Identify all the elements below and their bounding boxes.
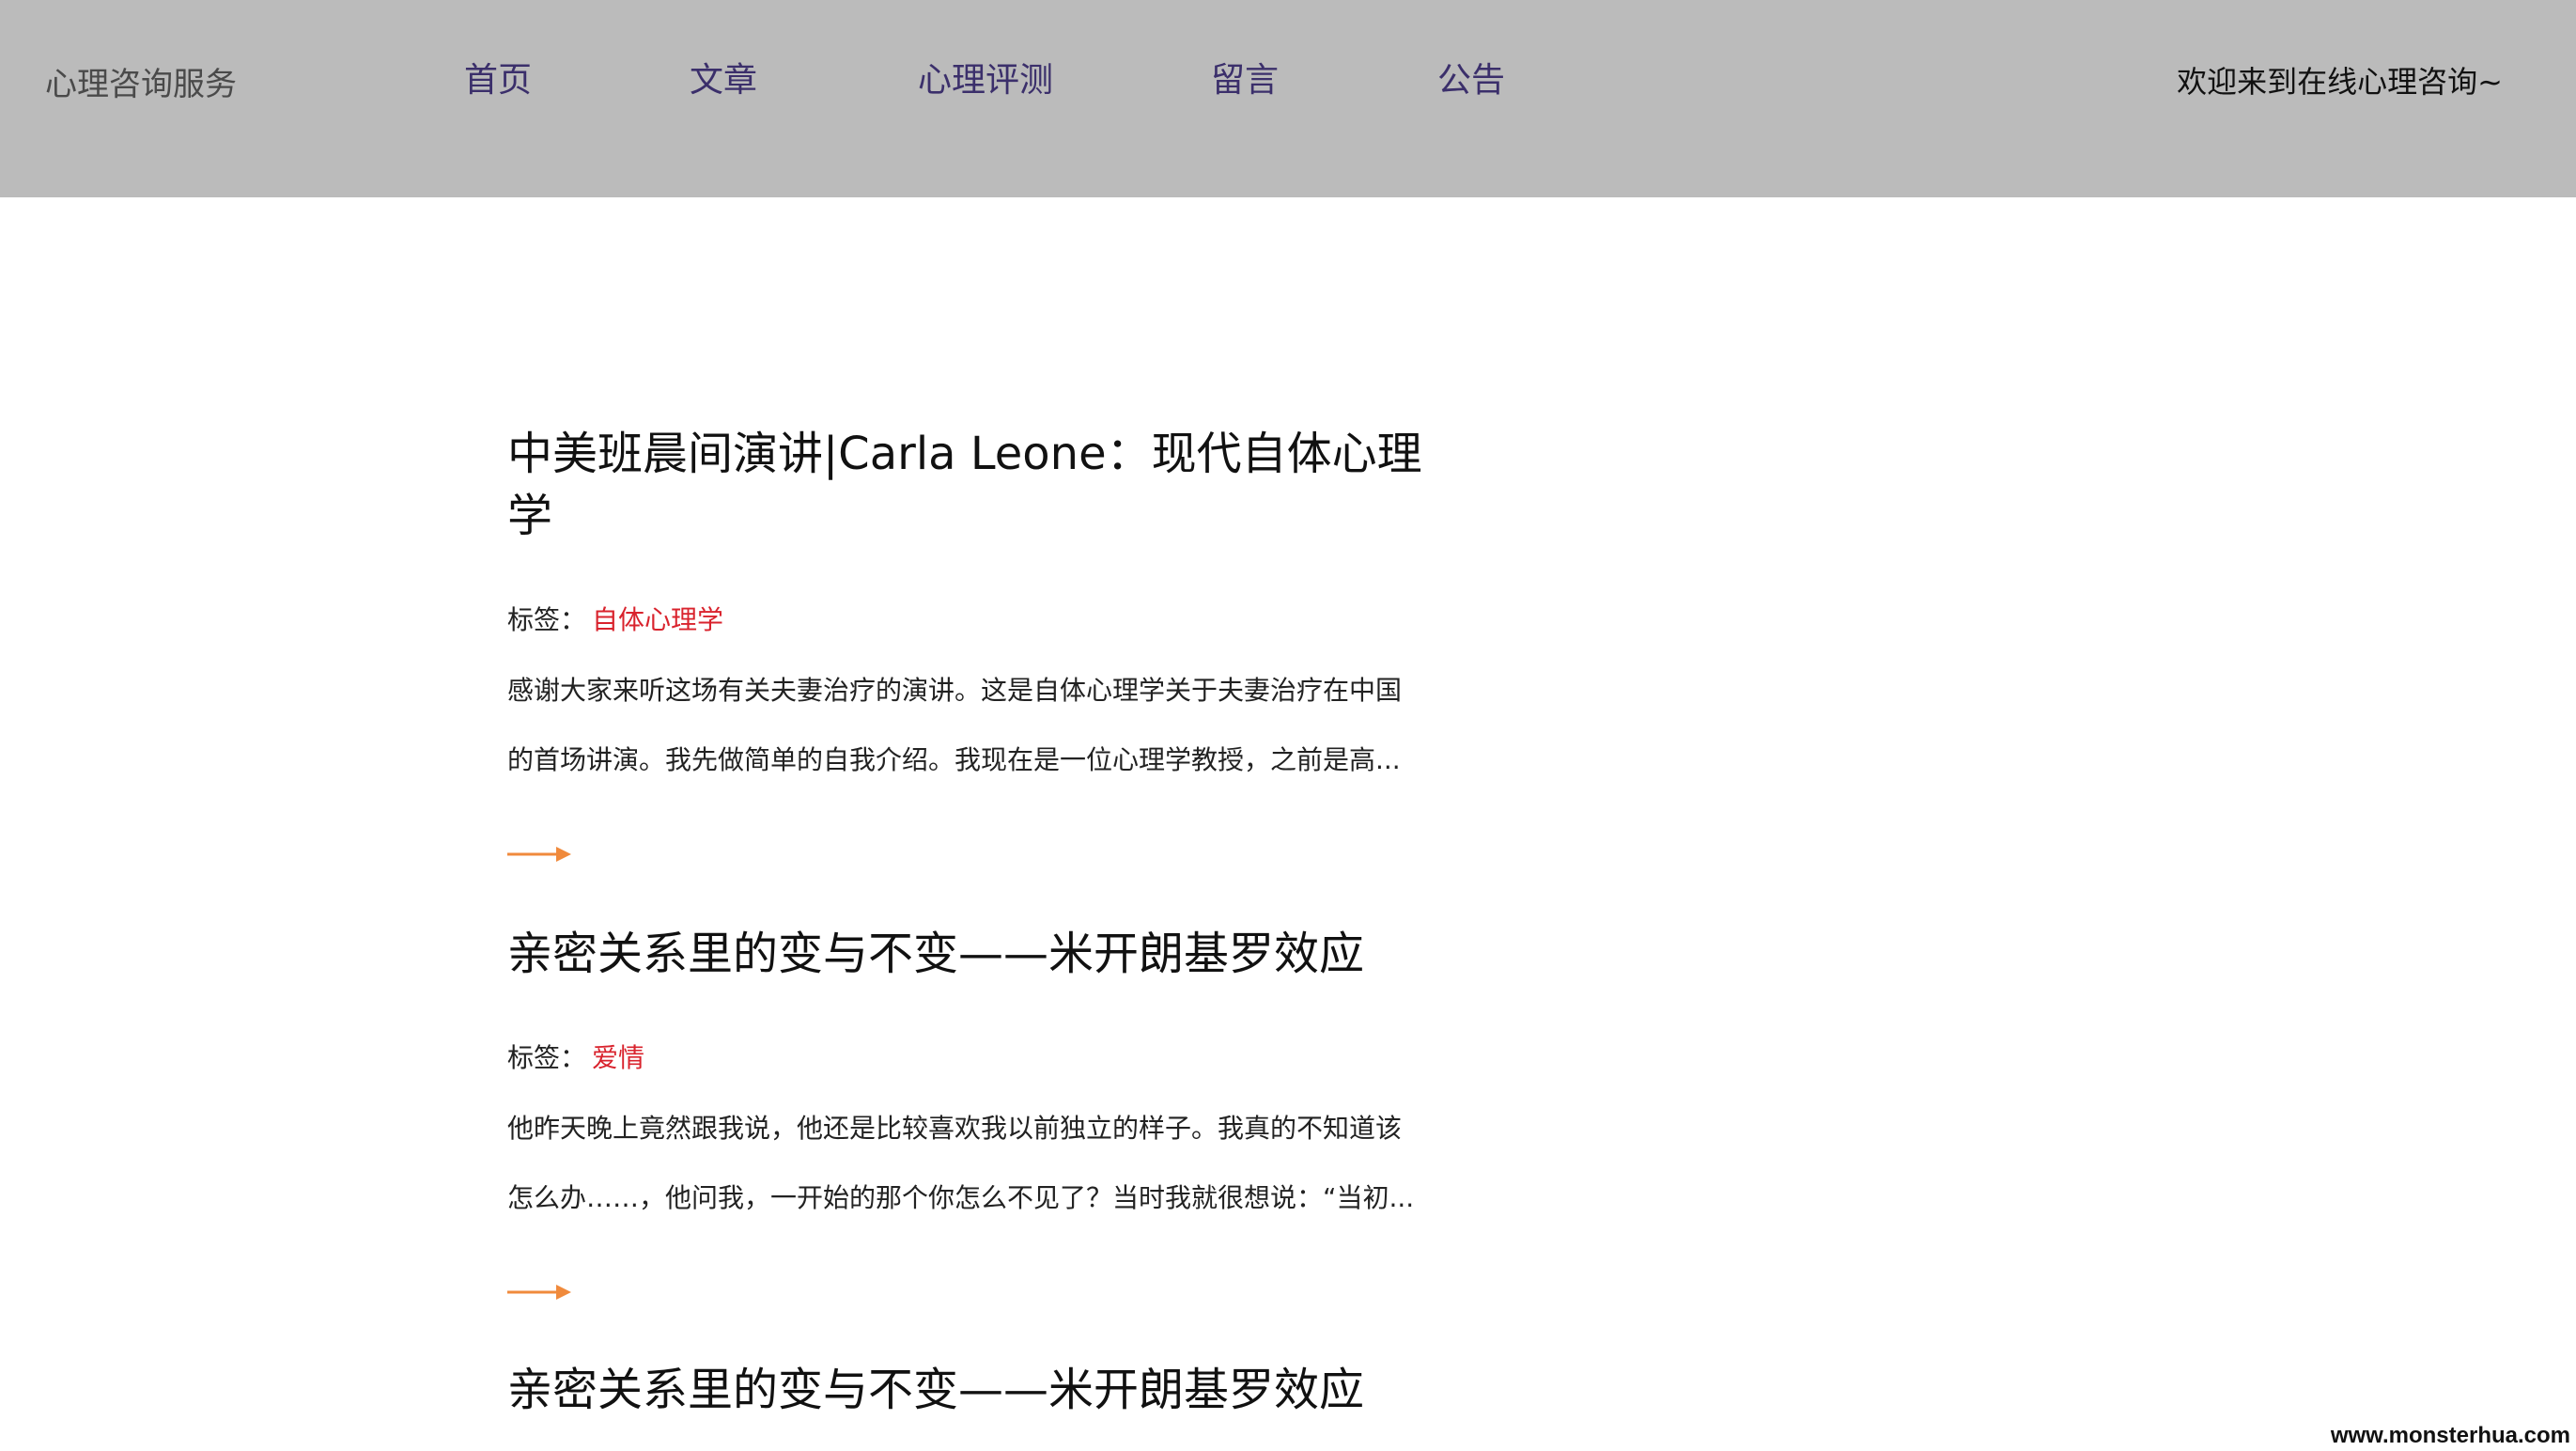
right-arrow-icon[interactable]	[507, 1282, 571, 1303]
article-tags: 标签： 自体心理学	[507, 601, 723, 639]
tag-link[interactable]: 爱情	[592, 1042, 644, 1073]
right-arrow-icon[interactable]	[507, 844, 571, 865]
excerpt-line: 他昨天晚上竟然跟我说，他还是比较喜欢我以前独立的样子。我真的不知道该	[507, 1113, 1403, 1144]
nav-home-link[interactable]: 首页	[464, 58, 532, 103]
excerpt-line: 的首场讲演。我先做简单的自我介绍。我现在是一位心理学教授，之前是高...	[507, 744, 1401, 775]
article-tags: 标签： 爱情	[507, 1039, 644, 1077]
site-brand[interactable]: 心理咨询服务	[45, 64, 237, 105]
article-excerpt: 他昨天晚上竟然跟我说，他还是比较喜欢我以前独立的样子。我真的不知道该 怎么办………	[507, 1094, 1428, 1233]
top-navigation-bar: 心理咨询服务 首页 文章 心理评测 留言 公告 欢迎来到在线心理咨询~	[0, 0, 2576, 197]
excerpt-line: 感谢大家来听这场有关夫妻治疗的演讲。这是自体心理学关于夫妻治疗在中国	[507, 675, 1403, 706]
article-title[interactable]: 亲密关系里的变与不变——米开朗基罗效应	[507, 923, 1428, 985]
article-title[interactable]: 中美班晨间演讲|Carla Leone：现代自体心理学	[507, 423, 1428, 547]
tag-label: 标签：	[507, 604, 587, 635]
article-card: 亲密关系里的变与不变——米开朗基罗效应 标签： 爱情 他昨天晚上竟然跟我说，他还是…	[507, 923, 1428, 1300]
nav-assessment-link[interactable]: 心理评测	[918, 58, 1053, 103]
nav-articles-link[interactable]: 文章	[690, 58, 757, 103]
welcome-message: 欢迎来到在线心理咨询~	[2177, 64, 2503, 100]
tag-link[interactable]: 自体心理学	[592, 604, 723, 635]
article-card: 中美班晨间演讲|Carla Leone：现代自体心理学 标签： 自体心理学 感谢大…	[507, 423, 1428, 862]
article-title[interactable]: 亲密关系里的变与不变——米开朗基罗效应	[507, 1359, 1428, 1421]
site-watermark: www.monsterhua.com	[2330, 1423, 2570, 1448]
article-card: 亲密关系里的变与不变——米开朗基罗效应	[507, 1359, 1428, 1421]
nav-messages-link[interactable]: 留言	[1211, 58, 1279, 103]
tag-label: 标签：	[507, 1042, 587, 1073]
nav-announcements-link[interactable]: 公告	[1437, 58, 1505, 103]
excerpt-line: 怎么办……，他问我，一开始的那个你怎么不见了？当时我就很想说：“当初...	[507, 1182, 1415, 1213]
article-excerpt: 感谢大家来听这场有关夫妻治疗的演讲。这是自体心理学关于夫妻治疗在中国 的首场讲演…	[507, 656, 1428, 795]
